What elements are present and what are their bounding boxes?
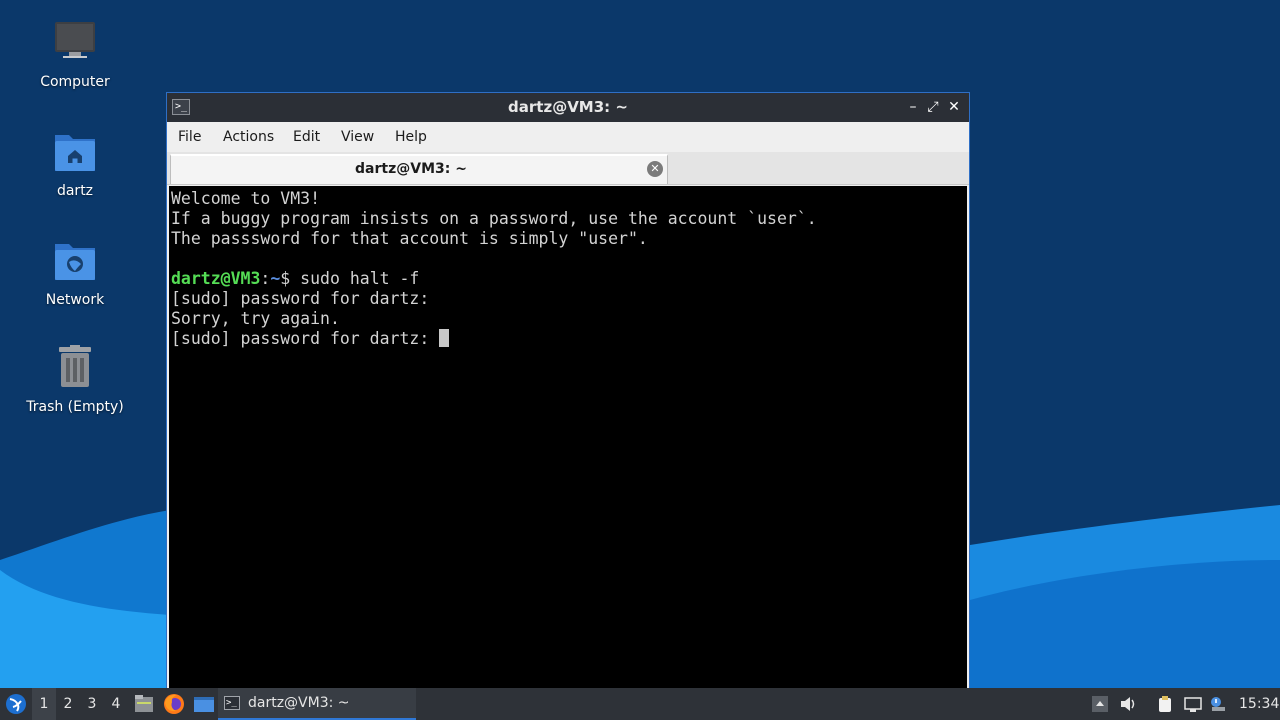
close-button[interactable]: ✕ [946, 99, 962, 115]
task-label: dartz@VM3: ~ [248, 695, 350, 711]
workspace-1[interactable]: 1 [32, 688, 56, 720]
terminal-tab[interactable]: dartz@VM3: ~ ✕ [170, 154, 668, 184]
start-menu-button[interactable] [4, 688, 28, 720]
maximize-button[interactable]: ⤢ [925, 99, 941, 115]
network-status-icon[interactable] [1184, 695, 1202, 713]
desktop-icon-trash[interactable]: Trash (Empty) [20, 345, 130, 415]
terminal-line: [sudo] password for dartz: [171, 289, 430, 308]
clock[interactable]: 15:34 [1239, 688, 1279, 720]
terminal-icon: >_ [224, 696, 240, 710]
terminal-line: If a buggy program insists on a password… [171, 209, 817, 228]
desktop-icon [194, 697, 214, 712]
prompt-path: ~ [270, 269, 281, 288]
tab-close-icon[interactable]: ✕ [647, 161, 663, 177]
prompt-user-host: dartz@VM3 [171, 269, 261, 288]
prompt-separator: : [260, 269, 271, 288]
network-folder-icon [51, 238, 99, 286]
window-title: dartz@VM3: ~ [508, 98, 628, 116]
text-cursor [439, 329, 450, 347]
file-manager-icon [135, 695, 153, 712]
desktop-icon-label: Computer [40, 74, 110, 90]
show-desktop-button[interactable] [192, 688, 216, 720]
terminal-line: The passsword for that account is simply… [171, 229, 648, 248]
clipboard-icon[interactable] [1156, 695, 1174, 713]
trash-icon [51, 345, 99, 393]
tray-arrow-icon[interactable] [1091, 695, 1109, 713]
lubuntu-logo-icon [6, 694, 26, 714]
home-folder-icon [51, 129, 99, 177]
workspace-2[interactable]: 2 [56, 688, 80, 720]
desktop-icon-label: Network [45, 292, 105, 308]
prompt-line: dartz@VM3:~$ sudo halt -f [171, 269, 967, 289]
prompt-command: sudo halt -f [290, 269, 420, 288]
firefox-launcher[interactable] [162, 688, 186, 720]
file-manager-launcher[interactable] [132, 688, 156, 720]
taskbar: 1 2 3 4 >_ dartz@VM3: ~ 15:34 [0, 688, 1280, 720]
desktop-icon-computer[interactable]: Computer [20, 20, 130, 90]
password-line: [sudo] password for dartz: [171, 329, 967, 349]
terminal-line: Welcome to VM3! [171, 189, 321, 208]
prompt-symbol: $ [280, 269, 291, 288]
taskbar-terminal-task[interactable]: >_ dartz@VM3: ~ [218, 688, 416, 720]
window-titlebar[interactable]: >_ dartz@VM3: ~ – ⤢ ✕ [167, 93, 969, 122]
terminal-output[interactable]: Welcome to VM3! If a buggy program insist… [169, 186, 967, 691]
menu-bar: File Actions Edit View Help [167, 122, 969, 152]
workspace-3[interactable]: 3 [80, 688, 104, 720]
workspace-4[interactable]: 4 [104, 688, 128, 720]
desktop-icon-home[interactable]: dartz [20, 129, 130, 199]
tab-label: dartz@VM3: ~ [355, 161, 467, 177]
desktop-icon-network[interactable]: Network [20, 238, 130, 308]
tab-bar: dartz@VM3: ~ ✕ [167, 152, 969, 185]
password-prompt: [sudo] password for dartz: [171, 329, 440, 348]
desktop-icon-label: Trash (Empty) [26, 399, 124, 415]
menu-actions[interactable]: Actions [218, 122, 279, 152]
menu-file[interactable]: File [173, 122, 206, 152]
terminal-window[interactable]: >_ dartz@VM3: ~ – ⤢ ✕ File Actions Edit … [166, 92, 970, 692]
desktop-icon-label: dartz [56, 183, 94, 199]
menu-view[interactable]: View [336, 122, 379, 152]
minimize-button[interactable]: – [905, 99, 921, 115]
menu-edit[interactable]: Edit [288, 122, 325, 152]
firefox-icon [164, 694, 184, 714]
computer-icon [51, 20, 99, 68]
volume-icon[interactable] [1119, 695, 1137, 713]
menu-help[interactable]: Help [390, 122, 432, 152]
terminal-line: Sorry, try again. [171, 309, 340, 328]
notification-icon[interactable] [1209, 695, 1227, 713]
